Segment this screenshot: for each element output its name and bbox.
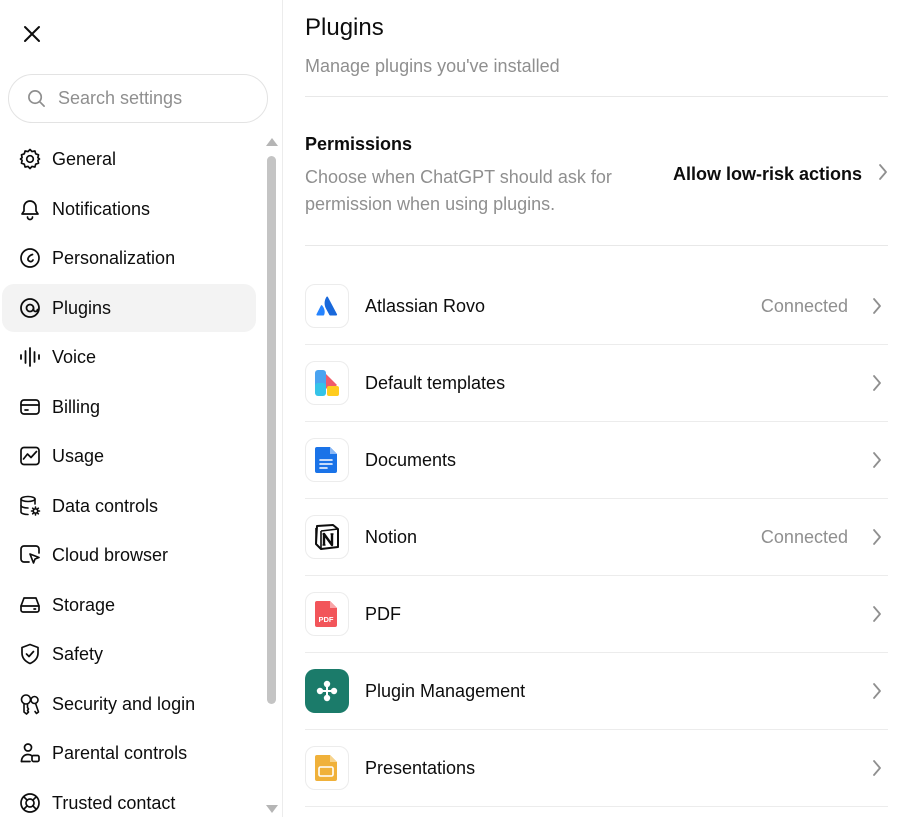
sidebar-item-label: Voice [52,346,97,367]
settings-nav: General Notifications Personalization Pl… [2,134,256,817]
presentation-icon [305,746,349,790]
sidebar-item-usage[interactable]: Usage [2,432,256,480]
chevron-right-icon [870,450,884,470]
parent-user-icon [17,740,43,766]
sidebar-item-plugins[interactable]: Plugins [2,284,256,332]
pdf-icon-text: PDF [319,615,334,624]
waveform-icon [17,344,43,370]
chevron-right-icon [870,758,884,778]
cursor-window-icon [17,542,43,568]
personalization-icon [17,245,43,271]
sidebar-item-label: Notifications [52,198,151,219]
chart-icon [17,443,43,469]
sidebar-item-notifications[interactable]: Notifications [2,185,256,233]
credit-card-icon [17,394,43,420]
sidebar-item-cloud-browser[interactable]: Cloud browser [2,531,256,579]
settings-sidebar: General Notifications Personalization [0,0,283,817]
keys-icon [17,691,43,717]
sidebar-item-label: Parental controls [52,742,188,763]
plugin-row-default-templates[interactable]: Default templates [305,345,888,422]
chevron-right-icon [870,373,884,393]
sidebar-item-personalization[interactable]: Personalization [2,234,256,282]
document-icon [305,438,349,482]
permissions-description: Choose when ChatGPT should ask for permi… [305,167,612,214]
sidebar-item-data-controls[interactable]: Data controls [2,482,256,530]
sidebar-item-label: Cloud browser [52,544,169,565]
gear-icon [17,146,43,172]
hard-drive-icon [17,592,43,618]
scroll-down-arrow-icon[interactable] [266,805,278,813]
plugin-management-icon [305,669,349,713]
plugin-row-atlassian-rovo[interactable]: Atlassian Rovo Connected [305,268,888,345]
plugin-name: Atlassian Rovo [365,295,486,316]
chevron-right-icon [870,527,884,547]
sidebar-item-label: Plugins [52,297,112,318]
sidebar-item-label: Trusted contact [52,792,176,813]
search-input[interactable] [58,88,248,109]
page-title: Plugins [305,14,384,41]
chevron-right-icon [870,604,884,624]
sidebar-scrollbar[interactable] [265,138,278,813]
bell-icon [17,196,43,222]
sidebar-item-label: Storage [52,594,116,615]
atlassian-icon [305,284,349,328]
search-icon [26,89,46,109]
sidebar-item-billing[interactable]: Billing [2,383,256,431]
sidebar-item-label: General [52,148,117,169]
sidebar-item-label: Usage [52,445,105,466]
header-divider [305,96,888,97]
plugin-name: Plugin Management [365,680,526,701]
plugin-name: Default templates [365,372,506,393]
plugin-row-presentations[interactable]: Presentations [305,730,888,807]
sidebar-item-trusted-contact[interactable]: Trusted contact [2,779,256,817]
sidebar-item-storage[interactable]: Storage [2,581,256,629]
templates-icon [305,361,349,405]
permissions-setting-value: Allow low-risk actions [672,163,862,184]
plugin-name: Presentations [365,757,476,778]
notion-icon [305,515,349,559]
scroll-up-arrow-icon[interactable] [266,138,278,146]
plugin-row-documents[interactable]: Documents [305,422,888,499]
plugin-icon [17,295,43,321]
lifebuoy-icon [17,790,43,816]
sidebar-item-voice[interactable]: Voice [2,333,256,381]
close-icon [24,26,40,42]
sidebar-item-safety[interactable]: Safety [2,630,256,678]
search-box[interactable] [8,74,268,123]
plugin-name: PDF [365,603,401,624]
sidebar-item-label: Safety [52,643,104,664]
plugin-name: Notion [365,526,418,547]
plugin-row-plugin-management[interactable]: Plugin Management [305,653,888,730]
scrollbar-thumb[interactable] [267,156,276,704]
shield-check-icon [17,641,43,667]
plugin-row-pdf[interactable]: PDF PDF [305,576,888,653]
chevron-right-icon [870,681,884,701]
permissions-setting-button[interactable]: Allow low-risk actions [673,158,888,190]
pdf-icon: PDF [305,592,349,636]
plugins-panel: Plugins Manage plugins you've installed … [305,0,888,817]
sidebar-item-label: Data controls [52,495,159,516]
plugin-name: Documents [365,449,457,470]
sidebar-item-security-and-login[interactable]: Security and login [2,680,256,728]
permissions-divider [305,245,888,246]
plugin-status: Connected [760,295,848,316]
close-button[interactable] [18,20,46,48]
chevron-right-icon [878,163,888,186]
sidebar-item-label: Billing [52,396,101,417]
chevron-right-icon [870,296,884,316]
sidebar-item-parental-controls[interactable]: Parental controls [2,729,256,777]
database-gear-icon [17,493,43,519]
plugin-row-notion[interactable]: Notion Connected [305,499,888,576]
plugin-status: Connected [760,526,848,547]
sidebar-item-label: Security and login [52,693,196,714]
page-subtitle: Manage plugins you've installed [305,56,560,76]
sidebar-item-general[interactable]: General [2,135,256,183]
permissions-title: Permissions [305,134,413,154]
sidebar-item-label: Personalization [52,247,176,268]
